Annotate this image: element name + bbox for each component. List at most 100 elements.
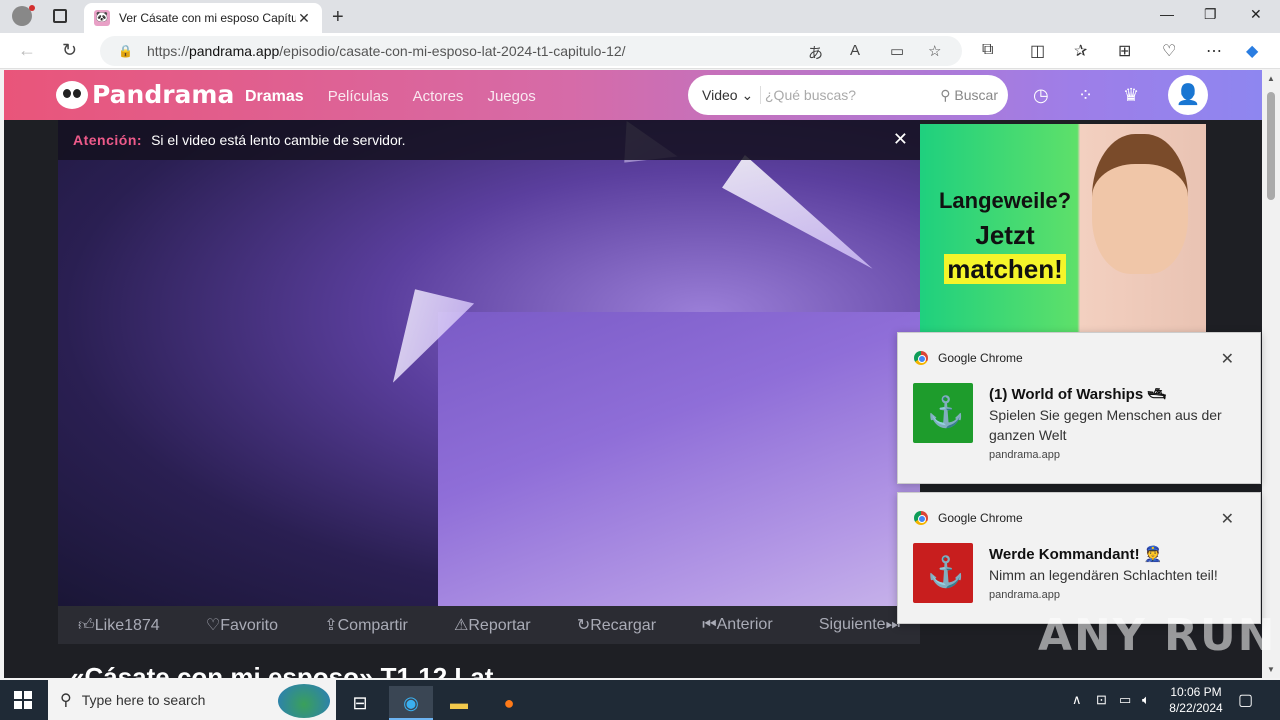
apps-grid-icon[interactable]: ⁘: [1078, 85, 1098, 105]
anchor-icon: ⚓: [927, 556, 965, 589]
scroll-thumb[interactable]: [1267, 92, 1275, 200]
advertisement[interactable]: Langeweile? Jetzt matchen!: [920, 124, 1206, 334]
player-actions-bar: 👍︎Like1874 ♡Favorito ⇪Compartir ⚠Reporta…: [58, 606, 920, 644]
warning-icon: ⚠: [454, 617, 469, 634]
alert-label: Atención:: [73, 132, 143, 148]
nav-item-actores[interactable]: Actores: [413, 88, 464, 106]
close-tab-icon[interactable]: ✕: [296, 10, 312, 27]
close-alert-icon[interactable]: ✕: [893, 129, 908, 150]
main-nav: Dramas Películas Actores Juegos: [245, 88, 536, 106]
chrome-notification[interactable]: Google Chrome ✕ ⚓ Werde Kommandant! 👮 Ni…: [897, 492, 1261, 624]
tab-actions-icon[interactable]: [53, 9, 67, 23]
ad-text: Langeweile? Jetzt matchen!: [930, 184, 1080, 288]
file-explorer-icon[interactable]: ▬: [437, 686, 481, 720]
panda-logo-icon: [56, 80, 88, 109]
close-notification-icon[interactable]: ✕: [1221, 349, 1234, 369]
volume-icon[interactable]: 🔈︎: [1142, 692, 1150, 708]
collections-icon[interactable]: ⊞: [1118, 41, 1131, 61]
scroll-down-icon[interactable]: ▼: [1267, 665, 1275, 674]
notification-title: Werde Kommandant! 👮: [989, 546, 1163, 563]
network-icon[interactable]: ▭: [1119, 692, 1131, 708]
tray-chevron-icon[interactable]: ∧: [1072, 692, 1082, 708]
nav-item-dramas[interactable]: Dramas: [245, 88, 304, 106]
nav-item-peliculas[interactable]: Películas: [328, 88, 389, 106]
previous-button[interactable]: ⏮Anterior: [702, 616, 772, 634]
taskbar-search-placeholder: Type here to search: [81, 692, 206, 708]
notification-center-icon[interactable]: ▢: [1238, 690, 1253, 710]
share-label: Compartir: [337, 617, 408, 634]
video-shard: [722, 155, 884, 285]
close-notification-icon[interactable]: ✕: [1221, 509, 1234, 529]
browser-tab[interactable]: 🐼 Ver Cásate con mi esposo Capítul ✕: [84, 3, 322, 33]
nav-item-juegos[interactable]: Juegos: [487, 88, 535, 106]
report-button[interactable]: ⚠Reportar: [454, 615, 531, 635]
previous-label: Anterior: [716, 616, 773, 633]
browser-essentials-icon[interactable]: ♡: [1162, 41, 1176, 61]
history-icon[interactable]: ◷: [1033, 85, 1053, 105]
next-button[interactable]: Siguiente⏭: [819, 616, 900, 634]
notification-source: pandrama.app: [989, 589, 1060, 601]
new-tab-icon[interactable]: +: [332, 6, 344, 29]
close-window-icon[interactable]: ✕: [1250, 6, 1262, 23]
chrome-notification[interactable]: Google Chrome ✕ ⚓ (1) World of Warships …: [897, 332, 1261, 484]
crown-icon[interactable]: ♛: [1123, 85, 1143, 105]
favorite-label: Favorito: [220, 617, 279, 634]
search-button[interactable]: ⚲ Buscar: [940, 87, 1008, 104]
search-type-select[interactable]: Video ⌄: [688, 87, 760, 104]
ad-line-3: matchen!: [944, 254, 1066, 284]
thumbs-up-icon: 👍︎: [78, 616, 95, 634]
logo-text: Pandrama: [92, 80, 235, 109]
restore-icon[interactable]: ❐: [1204, 6, 1217, 23]
share-icon: ⇪: [324, 617, 338, 634]
tab-strip: 🐼 Ver Cásate con mi esposo Capítul ✕ + —…: [0, 0, 1280, 33]
video-player[interactable]: Atención: Si el video está lento cambie …: [58, 120, 920, 606]
back-icon[interactable]: ←: [18, 40, 36, 61]
share-button[interactable]: ⇪Compartir: [324, 615, 408, 635]
reload-icon[interactable]: ↻: [62, 40, 77, 61]
notification-title: (1) World of Warships 🛥: [989, 386, 1167, 403]
page-scrollbar[interactable]: ▲ ▼: [1262, 70, 1280, 678]
user-avatar-icon[interactable]: 👤: [1168, 75, 1208, 115]
reload-label: Recargar: [590, 617, 657, 634]
search-divider: [760, 86, 761, 104]
warships-icon: ⚓: [913, 383, 973, 443]
like-button[interactable]: 👍︎Like1874: [78, 616, 160, 635]
favorites-icon[interactable]: ✰: [1074, 41, 1087, 61]
search-icon: ⚲: [940, 86, 955, 103]
taskbar-search[interactable]: ⚲ Type here to search: [48, 680, 336, 720]
like-label: Like1874: [94, 616, 160, 634]
system-clock[interactable]: 10:06 PM 8/22/2024: [1160, 684, 1232, 716]
split-screen-icon[interactable]: ◫: [1030, 41, 1045, 61]
extensions-icon[interactable]: ⧉: [982, 41, 993, 59]
clock-time: 10:06 PM: [1170, 685, 1222, 699]
minimize-icon[interactable]: —: [1160, 6, 1174, 22]
copilot-icon[interactable]: ◆: [1246, 41, 1258, 61]
search-button-label: Buscar: [954, 86, 998, 103]
favorite-star-icon[interactable]: ☆: [928, 42, 941, 60]
address-bar[interactable]: 🔒 https://pandrama.app/episodio/casate-c…: [100, 36, 962, 66]
report-label: Reportar: [468, 617, 531, 634]
windows-start-icon[interactable]: [14, 691, 32, 709]
reload-button[interactable]: ↻Recargar: [577, 615, 656, 635]
immersive-reader-icon[interactable]: ▭: [890, 42, 904, 60]
device-icon[interactable]: ⊡: [1096, 692, 1107, 708]
notification-header: Google Chrome: [914, 511, 1023, 525]
edge-icon[interactable]: ◉: [389, 686, 433, 720]
site-header: Pandrama Dramas Películas Actores Juegos…: [4, 70, 1262, 120]
url-host: pandrama.app: [188, 43, 280, 59]
read-aloud-icon[interactable]: A: [850, 42, 860, 59]
more-menu-icon[interactable]: ⋯: [1206, 41, 1222, 61]
firefox-icon[interactable]: ●: [487, 686, 531, 720]
next-label: Siguiente: [818, 616, 886, 633]
globe-icon: [278, 684, 330, 718]
scroll-up-icon[interactable]: ▲: [1267, 74, 1275, 83]
notification-header: Google Chrome: [914, 351, 1023, 365]
favorite-button[interactable]: ♡Favorito: [206, 615, 278, 635]
url-path: /episodio/casate-con-mi-esposo-lat-2024-…: [279, 43, 626, 59]
notification-message: Spielen Sie gegen Menschen aus der ganze…: [989, 407, 1222, 443]
tab-title: Ver Cásate con mi esposo Capítul: [119, 11, 296, 25]
task-view-icon[interactable]: ⊟: [338, 686, 382, 720]
translate-icon[interactable]: あ: [808, 42, 823, 63]
search-input[interactable]: ¿Qué buscas?: [765, 87, 940, 103]
site-logo[interactable]: Pandrama: [56, 80, 234, 109]
